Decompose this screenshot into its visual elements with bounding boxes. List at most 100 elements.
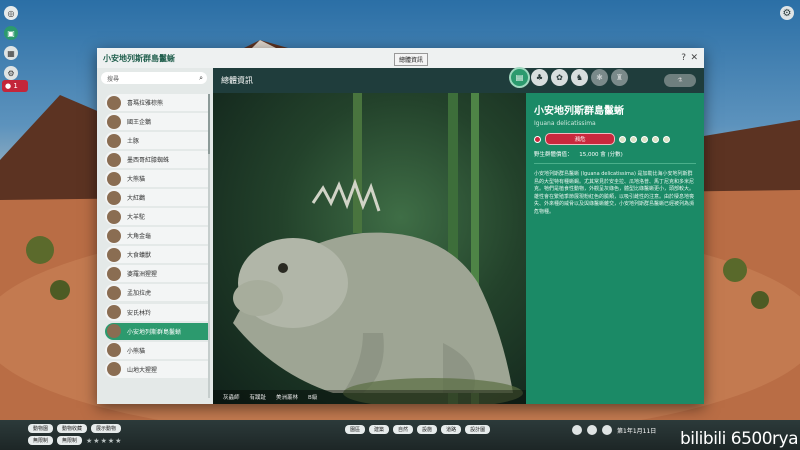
species-avatar xyxy=(107,362,121,377)
species-list-item[interactable]: 安氏林羚 xyxy=(105,303,209,321)
species-avatar xyxy=(107,247,121,262)
pause-button[interactable] xyxy=(572,425,582,435)
gear-icon[interactable]: ⚙ xyxy=(780,6,794,20)
play-button[interactable] xyxy=(587,425,597,435)
species-list-item[interactable]: 大羊駝 xyxy=(105,208,209,226)
social-icon[interactable]: ♞ xyxy=(571,69,588,86)
bilibili-watermark: bilibili 6500rya xyxy=(679,429,799,449)
info-tabs: ▤ ♣ ✿ ♞ ✱ ♜ xyxy=(511,69,628,86)
left-hud: ◎ ▣ ▦ ⚙ xyxy=(3,0,19,86)
info-panel: 小安地列斯群島鬣蜥 Iguana delicatissima 瀕危 野生群體價值… xyxy=(526,93,704,404)
species-label: 山地大猩猩 xyxy=(127,366,158,374)
species-avatar xyxy=(107,114,121,129)
food-icon[interactable]: ✿ xyxy=(551,69,568,86)
species-list-item[interactable]: 大角金龜 xyxy=(105,227,209,245)
latin-name: Iguana delicatissima xyxy=(534,120,596,127)
document-icon[interactable]: ▤ xyxy=(511,69,528,86)
species-list-item[interactable]: 土豚 xyxy=(105,132,209,150)
species-list-item[interactable]: 大熊貓 xyxy=(105,170,209,188)
species-list-item[interactable]: 大食蟻獸 xyxy=(105,246,209,264)
settings-icon[interactable]: ⚙ xyxy=(4,66,18,80)
guests-indicator: 無限制 xyxy=(57,436,83,445)
species-label: 小安地列斯群島鬣蜥 xyxy=(127,328,182,336)
list-scrollbar[interactable] xyxy=(208,94,210,398)
species-avatar xyxy=(107,285,121,300)
species-photo: 灰蟲師 有蹼趾 美洲叢林 B級 xyxy=(213,93,526,404)
animal-collection-button[interactable]: 動物收藏 xyxy=(57,424,88,433)
species-list-item[interactable]: 婆羅洲猩猩 xyxy=(105,265,209,283)
wild-value: 15,000 會 (分數) xyxy=(579,152,623,158)
species-label: 婆羅洲猩猩 xyxy=(127,271,158,279)
species-list-item[interactable]: 小安地列斯群島鬣蜥 xyxy=(105,322,209,340)
person-icon: ● xyxy=(5,82,12,90)
species-list-item[interactable]: 山地大猩猩 xyxy=(105,360,209,378)
status-dot xyxy=(663,135,670,143)
species-avatar xyxy=(107,171,121,186)
species-label: 大食蟻獸 xyxy=(127,252,152,260)
research-toggle[interactable]: ⚗ xyxy=(664,74,696,87)
species-avatar xyxy=(107,209,121,224)
status-dot xyxy=(641,135,648,143)
nature-button[interactable]: 自然 xyxy=(393,425,414,434)
species-avatar xyxy=(107,133,121,148)
paw-icon[interactable]: ✱ xyxy=(591,69,608,86)
species-avatar xyxy=(107,324,121,339)
species-label: 大熊貓 xyxy=(127,176,146,184)
close-button[interactable]: ✕ xyxy=(690,53,698,63)
status-dot xyxy=(619,135,626,143)
species-list-item[interactable]: 墨西哥紅膝蜘蛛 xyxy=(105,151,209,169)
search-input[interactable]: 搜尋 ⌕ xyxy=(101,72,207,84)
window-title: 小安地列斯群島鬣蜥 xyxy=(103,53,175,63)
species-description: 小安地列斯群島鬣蜥 (Iguana delicatissima) 是加勒比海小安… xyxy=(534,171,695,215)
caption-diet: 灰蟲師 xyxy=(223,395,240,401)
fast-forward-button[interactable] xyxy=(602,425,612,435)
alert-badge[interactable]: ● 1 xyxy=(2,80,28,92)
zoopedia-icon[interactable]: ▣ xyxy=(4,26,18,40)
wild-value-label: 野生群體價值： xyxy=(534,152,573,158)
species-avatar xyxy=(107,190,121,205)
exhibit-animals-button[interactable]: 展示動物 xyxy=(91,424,122,433)
blueprints-button[interactable]: 設計圖 xyxy=(465,425,491,434)
species-list-item[interactable]: 小熊貓 xyxy=(105,341,209,359)
species-list-item[interactable]: 大紅鸛 xyxy=(105,189,209,207)
species-list-item[interactable]: 孟加拉虎 xyxy=(105,284,209,302)
iguana-illustration xyxy=(233,93,523,404)
status-dot xyxy=(630,135,637,143)
search-icon[interactable]: ⌕ xyxy=(199,74,203,83)
status-dot xyxy=(652,135,659,143)
habitat-icon[interactable]: ♣ xyxy=(531,69,548,86)
species-name: 小安地列斯群島鬣蜥 xyxy=(534,106,624,117)
species-label: 大紅鸛 xyxy=(127,195,146,203)
money-indicator: 無限制 xyxy=(28,436,54,445)
help-button[interactable]: ? xyxy=(681,53,686,63)
species-avatar xyxy=(107,95,121,110)
caption-region: 美洲叢林 xyxy=(276,395,299,401)
species-avatar xyxy=(107,305,121,320)
zoo-button[interactable]: 動物園 xyxy=(28,424,54,433)
park-button[interactable]: 園區 xyxy=(345,425,366,434)
game-date: 第1年1月11日 xyxy=(617,427,657,435)
status-dot xyxy=(534,135,541,143)
trophy-icon[interactable]: ♜ xyxy=(611,69,628,86)
globe-icon[interactable]: ◎ xyxy=(4,6,18,20)
species-label: 孟加拉虎 xyxy=(127,290,152,298)
species-label: 喜瑪拉雅棕熊 xyxy=(127,100,164,107)
species-avatar xyxy=(107,152,121,167)
species-list-item[interactable]: 國王企鵝 xyxy=(105,113,209,131)
species-list: 喜瑪拉雅棕熊 國王企鵝土豚墨西哥紅膝蜘蛛大熊貓大紅鸛大羊駝 大角金龜大食蟻獸婆羅洲猩… xyxy=(105,94,209,380)
photo-caption-bar: 灰蟲師 有蹼趾 美洲叢林 B級 xyxy=(213,390,526,404)
paths-button[interactable]: 道路 xyxy=(441,425,462,434)
species-avatar xyxy=(107,228,121,243)
species-label: 國王企鵝 xyxy=(127,119,152,127)
zoopedia-window: 小安地列斯群島鬣蜥 ? ✕ 搜尋 ⌕ 喜瑪拉雅棕熊 國王企鵝土豚墨西哥紅膝蜘蛛大熊… xyxy=(97,48,704,404)
calendar-icon[interactable]: ▦ xyxy=(4,46,18,60)
content-header: 總體資訊 ▤ ♣ ✿ ♞ ✱ ♜ ⚗ xyxy=(213,68,704,93)
section-title: 總體資訊 xyxy=(221,76,253,85)
species-label: 土豚 xyxy=(127,138,140,146)
wild-value-row: 野生群體價值： 15,000 會 (分數) xyxy=(534,150,628,158)
facilities-button[interactable]: 設施 xyxy=(417,425,438,434)
search-placeholder: 搜尋 xyxy=(107,75,120,83)
species-list-item[interactable]: 喜瑪拉雅棕熊 xyxy=(105,94,209,111)
build-button[interactable]: 建築 xyxy=(369,425,390,434)
caption-feet: 有蹼趾 xyxy=(249,395,267,401)
